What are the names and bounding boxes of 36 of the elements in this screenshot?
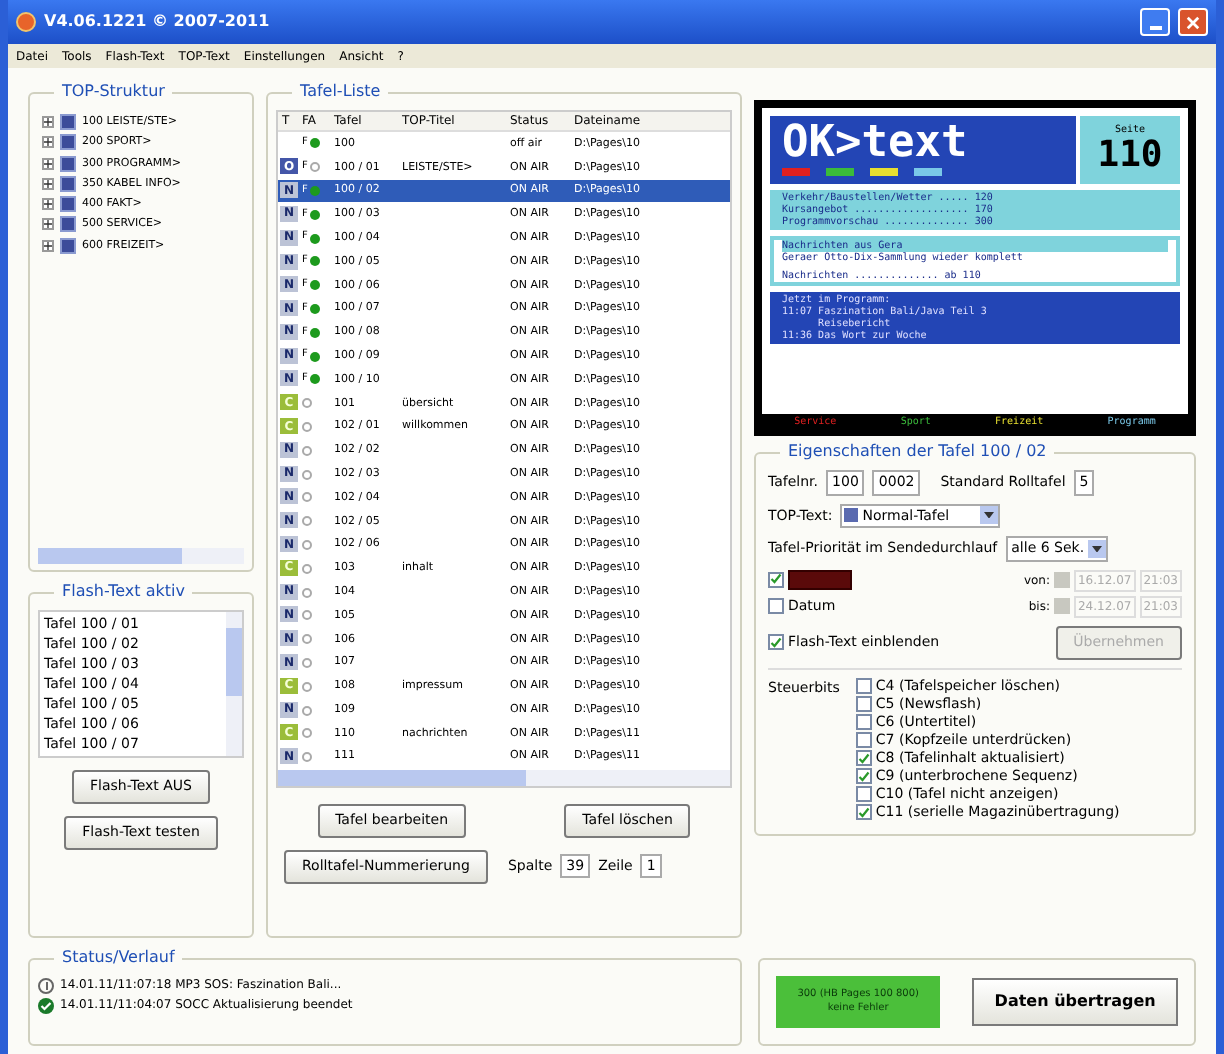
time-checkbox[interactable]: [768, 571, 784, 587]
caret-icon: [1092, 545, 1103, 552]
bit-checkbox[interactable]: [855, 786, 872, 802]
close-icon: [1186, 15, 1200, 29]
close-button[interactable]: [1178, 8, 1208, 36]
scrollbar[interactable]: [226, 612, 242, 756]
minimize-button[interactable]: [1140, 8, 1170, 36]
flash-checkbox[interactable]: [768, 634, 784, 650]
info-icon: [38, 977, 54, 993]
bit-checkbox[interactable]: [855, 714, 872, 730]
transfer-button[interactable]: Daten übertragen: [972, 978, 1178, 1026]
window-title: V4.06.1221 © 2007-2011: [44, 10, 270, 34]
app-icon: [16, 12, 36, 32]
scrollbar[interactable]: [278, 769, 730, 786]
teletext-logo: OK>text: [782, 120, 970, 168]
time-display: [788, 569, 852, 589]
caret-icon: [984, 512, 995, 519]
expand-icon[interactable]: [42, 136, 54, 149]
bit-checkbox[interactable]: [855, 768, 872, 784]
expand-icon[interactable]: [42, 218, 54, 231]
expand-icon[interactable]: [42, 198, 54, 211]
page-number: 110: [1097, 136, 1163, 176]
expand-icon[interactable]: [42, 157, 54, 170]
group-title: Eigenschaften der Tafel 100 / 02: [780, 440, 1055, 464]
check-icon: [38, 997, 54, 1013]
expand-icon[interactable]: [42, 239, 54, 252]
group-title: Status/Verlauf: [54, 946, 183, 970]
bit-checkbox[interactable]: [855, 732, 872, 748]
bit-checkbox[interactable]: [855, 678, 872, 694]
expand-icon[interactable]: [42, 116, 54, 129]
bit-checkbox[interactable]: [855, 696, 872, 712]
date-checkbox[interactable]: [768, 597, 784, 614]
expand-icon[interactable]: [42, 177, 54, 190]
scrollbar[interactable]: [38, 548, 244, 564]
bit-checkbox[interactable]: [855, 750, 872, 766]
bit-checkbox[interactable]: [855, 804, 872, 820]
